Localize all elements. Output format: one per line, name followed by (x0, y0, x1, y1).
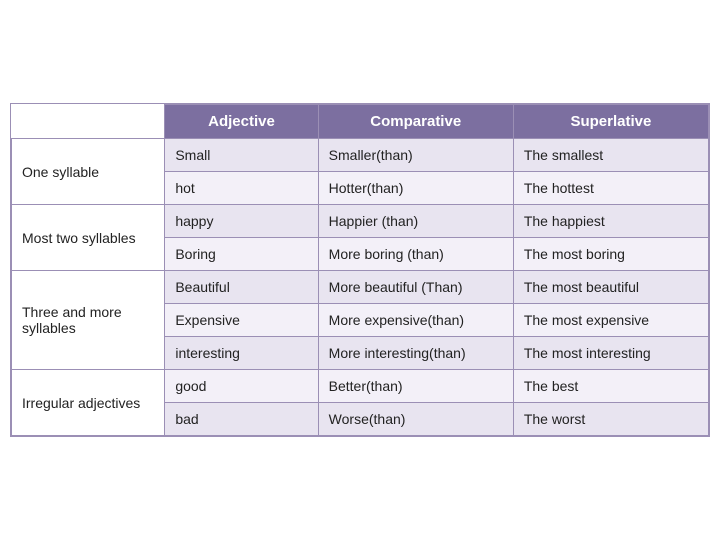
comparative-cell: Better(than) (318, 370, 513, 403)
superlative-cell: The most expensive (513, 304, 708, 337)
adjective-cell: bad (165, 403, 318, 436)
superlative-cell: The best (513, 370, 708, 403)
category-cell: Three and more syllables (12, 271, 165, 370)
comparative-cell: Worse(than) (318, 403, 513, 436)
superlative-cell: The most boring (513, 238, 708, 271)
comparative-cell: Happier (than) (318, 205, 513, 238)
header-superlative: Superlative (513, 105, 708, 139)
superlative-cell: The hottest (513, 172, 708, 205)
header-adjective: Adjective (165, 105, 318, 139)
superlative-cell: The worst (513, 403, 708, 436)
comparative-cell: Smaller(than) (318, 139, 513, 172)
category-cell: Most two syllables (12, 205, 165, 271)
superlative-cell: The smallest (513, 139, 708, 172)
adjective-cell: Small (165, 139, 318, 172)
adjective-cell: Boring (165, 238, 318, 271)
comparative-cell: More boring (than) (318, 238, 513, 271)
category-cell: Irregular adjectives (12, 370, 165, 436)
adjective-cell: hot (165, 172, 318, 205)
comparative-cell: More expensive(than) (318, 304, 513, 337)
adjective-cell: good (165, 370, 318, 403)
adjective-cell: Beautiful (165, 271, 318, 304)
comparative-cell: More interesting(than) (318, 337, 513, 370)
grammar-table: Adjective Comparative Superlative One sy… (10, 103, 710, 437)
comparative-cell: Hotter(than) (318, 172, 513, 205)
adjective-cell: Expensive (165, 304, 318, 337)
comparative-cell: More beautiful (Than) (318, 271, 513, 304)
superlative-cell: The most beautiful (513, 271, 708, 304)
header-comparative: Comparative (318, 105, 513, 139)
adjective-cell: interesting (165, 337, 318, 370)
header-empty (12, 105, 165, 139)
category-cell: One syllable (12, 139, 165, 205)
adjective-cell: happy (165, 205, 318, 238)
superlative-cell: The happiest (513, 205, 708, 238)
superlative-cell: The most interesting (513, 337, 708, 370)
